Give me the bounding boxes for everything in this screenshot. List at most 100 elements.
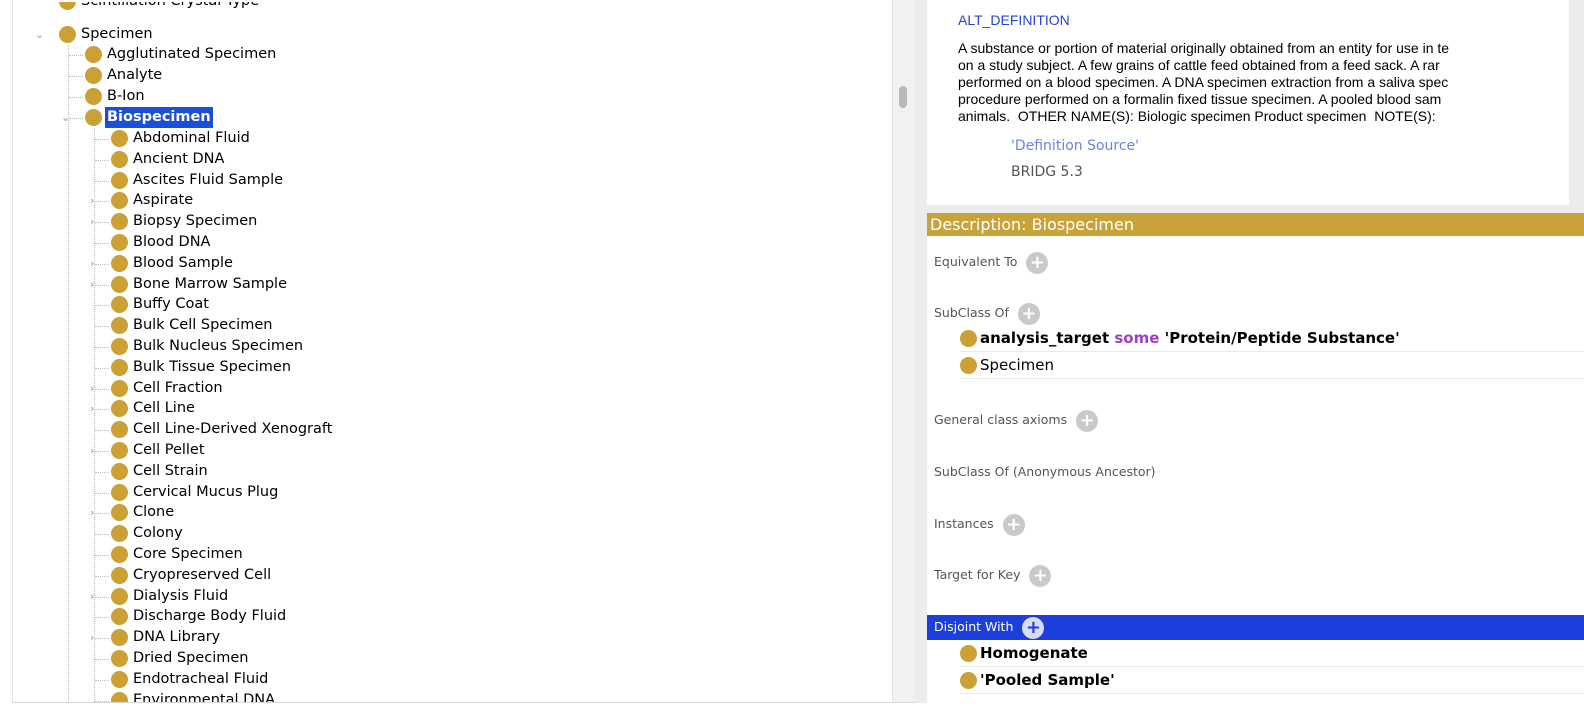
scrollbar-thumb[interactable] xyxy=(899,86,907,108)
keyword-some: some xyxy=(1114,329,1160,347)
section-equivalent-to: Equivalent To + xyxy=(934,250,1049,274)
tree-guide-line xyxy=(95,388,109,390)
class-icon xyxy=(111,566,128,584)
tree-item[interactable]: B-Ion xyxy=(85,86,147,107)
annotation-sub-property[interactable]: 'Definition Source' xyxy=(1011,138,1139,154)
expanded-chevron-icon[interactable]: ⌄ xyxy=(35,24,44,45)
class-icon xyxy=(111,213,128,231)
tree-item[interactable]: Ancient DNA xyxy=(111,149,226,170)
class-icon xyxy=(111,192,128,210)
tree-item-specimen[interactable]: Specimen xyxy=(59,24,155,45)
collapsed-chevron-icon[interactable]: › xyxy=(90,253,94,274)
collapsed-chevron-icon[interactable]: › xyxy=(90,440,94,461)
add-equivalent-button[interactable]: + xyxy=(1026,251,1049,274)
collapsed-chevron-icon[interactable]: › xyxy=(90,190,94,211)
collapsed-chevron-icon[interactable]: › xyxy=(90,398,94,419)
tree-item-label: Abdominal Fluid xyxy=(133,130,250,146)
class-icon xyxy=(85,66,102,84)
disjoint-row[interactable]: Homogenate xyxy=(960,640,1584,667)
collapsed-chevron-icon[interactable]: › xyxy=(90,627,94,648)
tree-item[interactable]: DNA Library xyxy=(111,627,222,648)
tree-item[interactable]: Clone xyxy=(111,502,176,523)
tree-item-label: Clone xyxy=(133,504,175,521)
annotation-sub-value: BRIDG 5.3 xyxy=(1011,164,1083,180)
tree-guide-line xyxy=(95,513,109,515)
tree-guide-line xyxy=(95,492,109,494)
tree-guide-line xyxy=(95,222,109,224)
add-general-axiom-button[interactable]: + xyxy=(1076,409,1099,432)
tree-item[interactable]: Bone Marrow Sample xyxy=(111,274,289,295)
tree-item-biospecimen[interactable]: Biospecimen xyxy=(85,107,213,128)
tree-item[interactable]: Agglutinated Specimen xyxy=(85,44,278,65)
class-icon xyxy=(111,691,128,702)
tree-item[interactable]: Discharge Body Fluid xyxy=(111,606,288,627)
annotation-property[interactable]: ALT_DEFINITION xyxy=(958,12,1070,28)
tree-item[interactable]: Endotracheal Fluid xyxy=(111,669,270,690)
collapsed-chevron-icon[interactable]: › xyxy=(90,502,94,523)
superclass-name: Specimen xyxy=(980,356,1055,374)
class-icon xyxy=(111,234,128,251)
class-icon xyxy=(111,650,128,667)
tree-item[interactable]: Cell Pellet xyxy=(111,440,207,461)
section-general-axioms: General class axioms + xyxy=(934,408,1099,432)
description-header: Description: Biospecimen xyxy=(927,213,1584,236)
tree-item-partial[interactable]: Scintillation Crystal Type xyxy=(59,2,261,14)
tree-guide-line xyxy=(95,534,109,536)
tree-item[interactable]: Ascites Fluid Sample xyxy=(111,170,285,191)
collapsed-chevron-icon[interactable]: › xyxy=(90,586,94,607)
class-icon xyxy=(111,254,128,272)
tree-guide-line xyxy=(95,139,109,140)
subclass-row[interactable]: Specimen xyxy=(960,352,1584,379)
tree-item-label: Ancient DNA xyxy=(133,150,225,167)
collapsed-chevron-icon[interactable]: › xyxy=(90,211,94,232)
add-instance-button[interactable]: + xyxy=(1002,513,1025,536)
section-label: SubClass Of xyxy=(934,305,1009,320)
disjoint-row[interactable]: 'Pooled Sample' xyxy=(960,667,1584,694)
tree-item[interactable]: Bulk Nucleus Specimen xyxy=(111,336,305,357)
description-panel: Equivalent To + SubClass Of + analysis_t… xyxy=(927,236,1584,703)
collapsed-chevron-icon[interactable]: › xyxy=(90,274,94,295)
tree-item[interactable]: Colony xyxy=(111,523,185,544)
tree-item[interactable]: Bulk Tissue Specimen xyxy=(111,357,293,378)
tree-item[interactable]: Cell Line xyxy=(111,398,197,419)
tree-item[interactable]: Environmental DNA xyxy=(111,690,277,702)
class-icon xyxy=(85,87,102,105)
tree-item-label: Biospecimen xyxy=(105,107,213,128)
tree-item[interactable]: Cryopreserved Cell xyxy=(111,565,273,586)
tree-item[interactable]: Aspirate xyxy=(111,190,195,211)
tree-item[interactable]: Buffy Coat xyxy=(111,294,211,315)
tree-item[interactable]: Cell Fraction xyxy=(111,378,225,399)
section-target-for-key: Target for Key + xyxy=(934,563,1052,587)
annotations-panel: ALT_DEFINITION A substance or portion of… xyxy=(927,0,1569,205)
pane-splitter[interactable] xyxy=(892,0,916,703)
tree-item[interactable]: Biopsy Specimen xyxy=(111,211,259,232)
tree-item[interactable]: Blood Sample xyxy=(111,253,235,274)
tree-item-label: Bulk Tissue Specimen xyxy=(133,358,292,375)
tree-item[interactable]: Analyte xyxy=(85,65,164,86)
tree-guide-line xyxy=(69,96,83,98)
tree-item[interactable]: Core Specimen xyxy=(111,544,245,565)
tree-item[interactable]: Dialysis Fluid xyxy=(111,586,230,607)
disjoint-class: Homogenate xyxy=(980,644,1088,662)
disjoint-class: 'Pooled Sample' xyxy=(980,671,1115,689)
tree-item-label: Cell Pellet xyxy=(133,442,205,458)
collapsed-chevron-icon[interactable]: › xyxy=(90,378,94,399)
tree-item[interactable]: Dried Specimen xyxy=(111,648,250,669)
tree-item[interactable]: Bulk Cell Specimen xyxy=(111,315,274,336)
add-superclass-button[interactable]: + xyxy=(1017,302,1040,325)
tree-item-label: Cell Line-Derived Xenograft xyxy=(133,421,333,438)
tree-item[interactable]: Cell Line-Derived Xenograft xyxy=(111,419,334,440)
section-disjoint-with[interactable]: Disjoint With + xyxy=(927,615,1584,640)
tree-guide-line xyxy=(95,159,109,161)
tree-item-label: Ascites Fluid Sample xyxy=(133,171,284,188)
tree-item-label: Specimen xyxy=(81,26,153,42)
tree-item-label: Cell Strain xyxy=(133,462,208,479)
add-disjoint-button[interactable]: + xyxy=(1022,616,1045,639)
tree-item[interactable]: Cell Strain xyxy=(111,461,210,482)
class-icon xyxy=(85,109,102,126)
tree-item[interactable]: Cervical Mucus Plug xyxy=(111,482,280,503)
subclass-row[interactable]: analysis_target some 'Protein/Peptide Su… xyxy=(960,325,1584,352)
add-key-button[interactable]: + xyxy=(1029,564,1052,587)
tree-item[interactable]: Blood DNA xyxy=(111,232,212,253)
tree-item[interactable]: Abdominal Fluid xyxy=(111,128,252,149)
